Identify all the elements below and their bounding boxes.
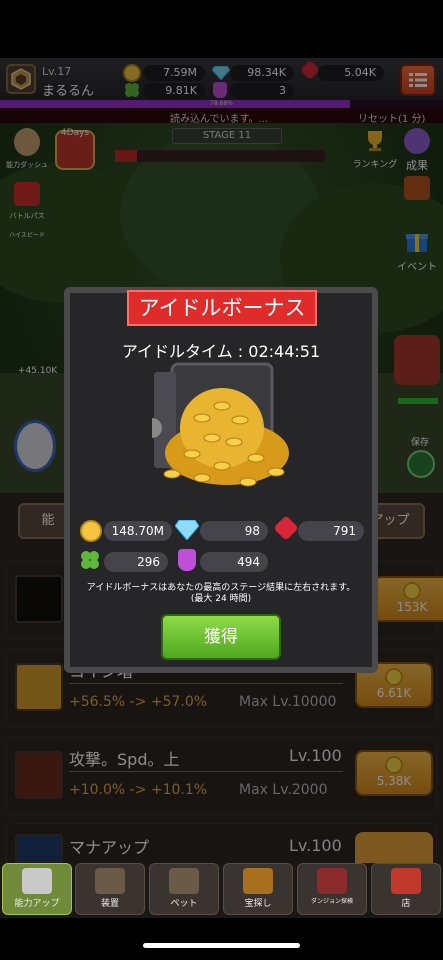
reward-rubies: 791 [298,521,364,541]
reward-coins: 148.70M [104,521,172,541]
dialog-title: アイドルボーナス [138,296,306,320]
coin-safe-icon [152,362,289,487]
nav-equipment[interactable]: 装置 [75,863,145,915]
nav-treasure[interactable]: 宝探し [223,863,293,915]
sword-icon [22,868,52,894]
nav-label: 店 [401,899,411,909]
note-line-2: (最大 24 時間) [190,594,252,604]
nav-ability-up[interactable]: 能力アップ [2,863,72,915]
nav-label: 装置 [100,899,119,909]
clover-icon [78,549,102,571]
home-indicator[interactable] [143,943,300,948]
pet-icon [169,868,199,894]
potion-icon [178,549,196,571]
reward-clovers: 296 [104,552,168,572]
anvil-icon [95,868,125,894]
nav-pet[interactable]: ペット [149,863,219,915]
gem-icon [174,519,200,541]
skull-icon [317,868,347,894]
nav-label: ダンジョン探検 [310,898,353,905]
coin-icon [80,520,102,542]
idle-note: アイドルボーナスはあなたの最高のステージ結果に左右されます。 (最大 24 時間) [70,583,372,605]
claim-button[interactable]: 獲得 [161,614,281,660]
nav-shop[interactable]: 店 [371,863,441,915]
reward-gems: 98 [200,521,268,541]
nav-label: 能力アップ [14,899,60,909]
nav-label: ペット [170,899,198,909]
reward-potions: 494 [200,552,268,572]
treasure-chest-icon [243,868,273,894]
nav-label: 宝探し [244,899,272,909]
note-line-1: アイドルボーナスはあなたの最高のステージ結果に左右されます。 [86,583,356,593]
shop-icon [391,868,421,894]
nav-dungeon[interactable]: ダンジョン探検 [297,863,367,915]
